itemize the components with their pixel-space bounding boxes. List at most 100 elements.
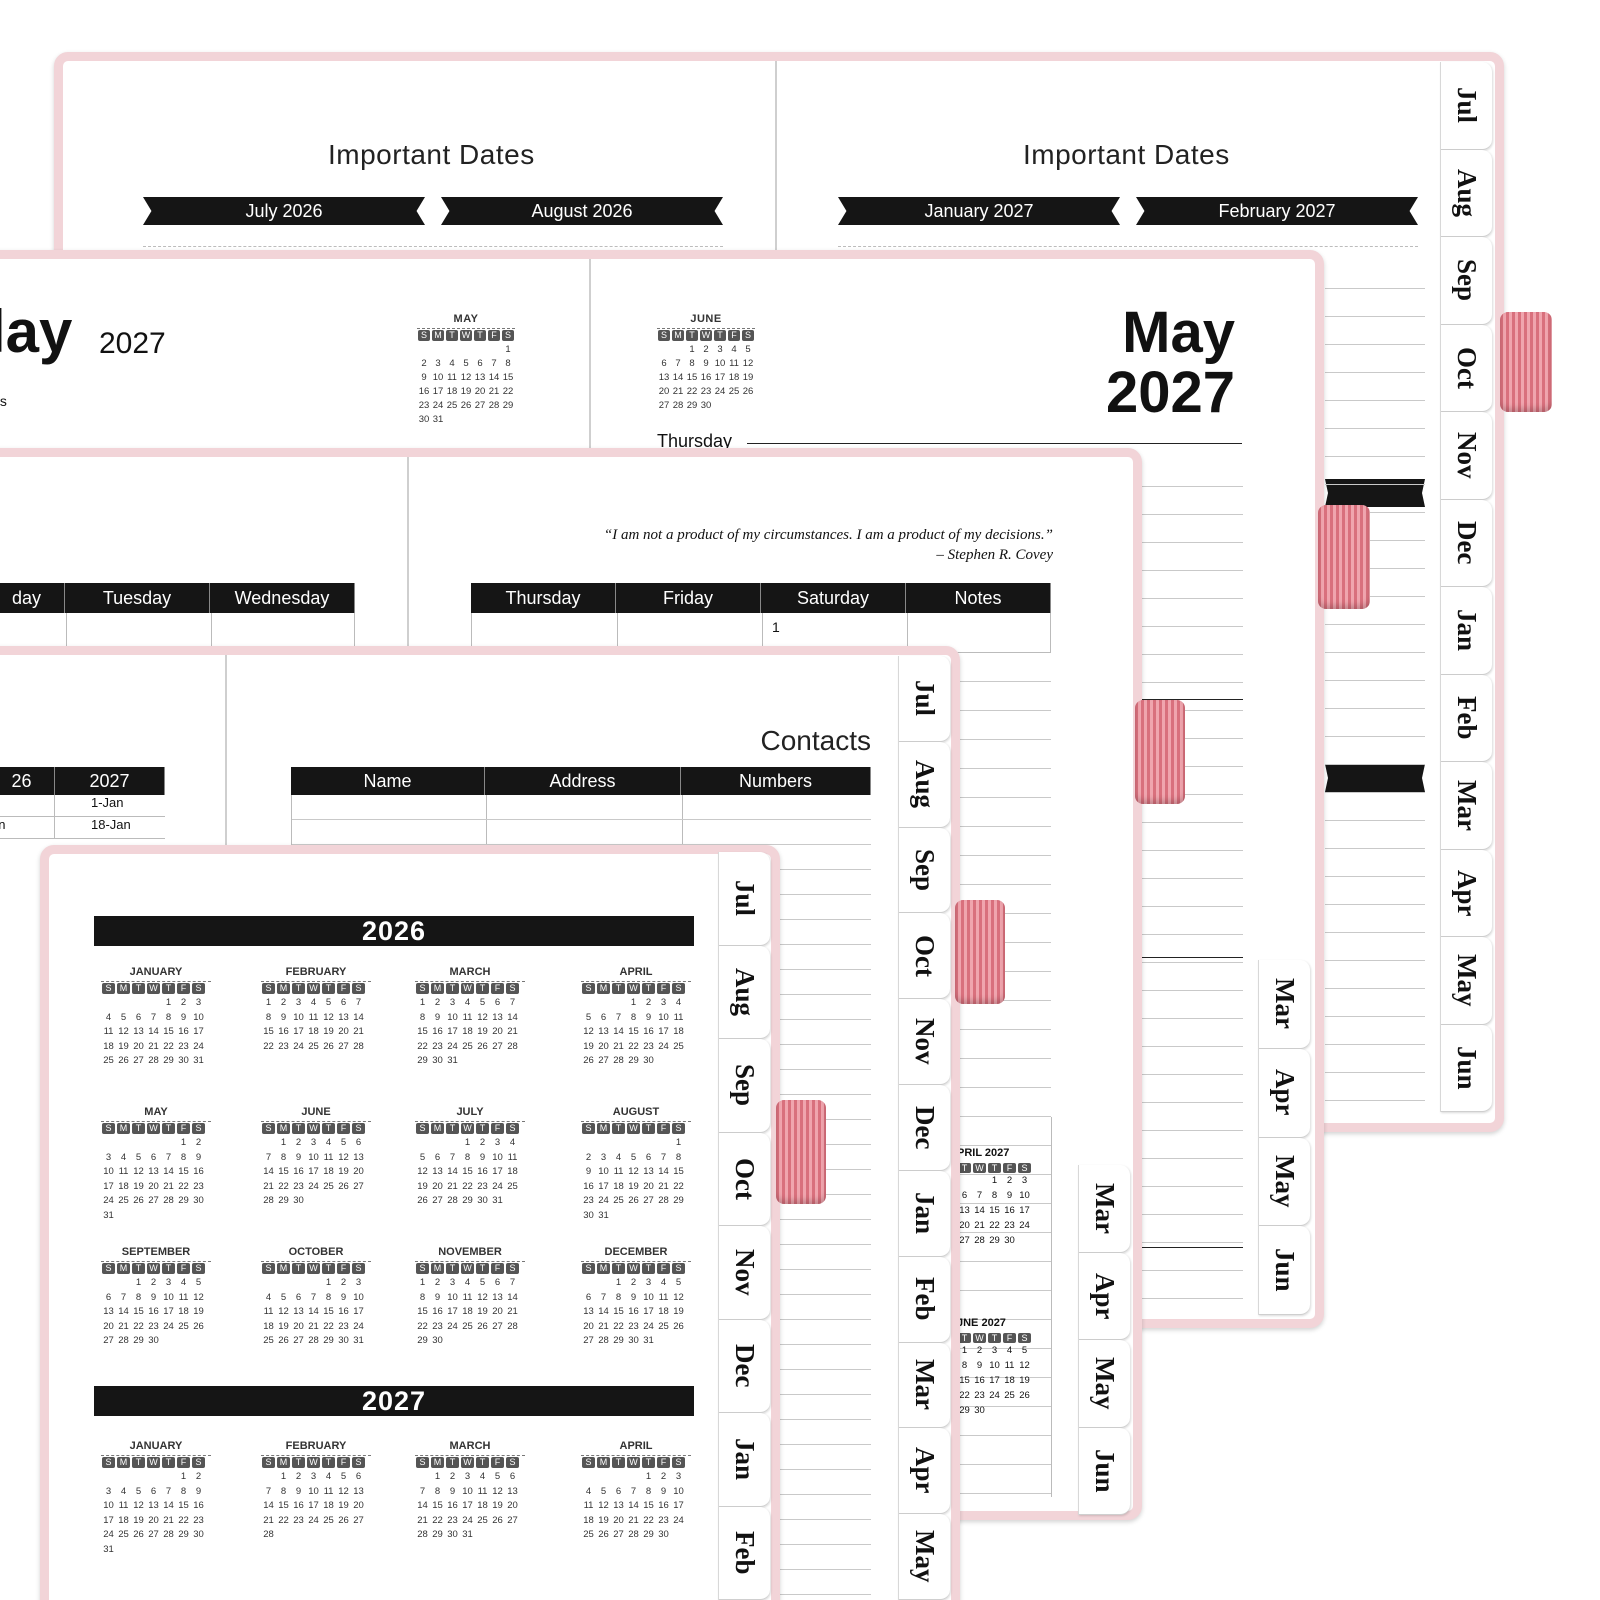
tab-oct[interactable]: Oct [1440, 324, 1492, 412]
day-number [146, 1136, 161, 1151]
tab-oct[interactable]: Oct [718, 1132, 770, 1226]
weekday-label: S [672, 983, 685, 994]
tab-apr[interactable]: Apr [1440, 849, 1492, 937]
weekday-label: S [1018, 1163, 1031, 1173]
tab-jul[interactable]: Jul [1440, 62, 1492, 150]
tab-may[interactable]: May [898, 1514, 950, 1600]
tab-mar[interactable]: Mar [1078, 1165, 1130, 1253]
day-number: 14 [263, 1166, 274, 1177]
day-number: 6 [494, 997, 501, 1008]
day-number: 5 [280, 1291, 287, 1303]
day-number: 6 [661, 358, 667, 369]
day-number [581, 1276, 596, 1291]
tab-feb[interactable]: Feb [898, 1256, 950, 1343]
weekday-label: T [292, 1263, 305, 1274]
tab-apr[interactable]: Apr [898, 1428, 950, 1515]
tab-dec[interactable]: Dec [718, 1319, 770, 1413]
important-dates-title-left: Important Dates [328, 139, 535, 170]
day-underline [747, 443, 1242, 444]
day-number: 17 [658, 1026, 669, 1037]
day-number: 21 [613, 1040, 624, 1052]
day-number: 9 [195, 1151, 202, 1163]
day-number: 22 [163, 1040, 174, 1052]
tab-nov[interactable]: Nov [1440, 412, 1492, 500]
day-number: 29 [417, 1335, 428, 1346]
weekday-label: W [147, 983, 160, 994]
dotted-line [143, 246, 723, 247]
day-number: 2 [295, 1137, 302, 1148]
tab-nov[interactable]: Nov [898, 999, 950, 1086]
tab-dec[interactable]: Dec [898, 1085, 950, 1171]
day-number: 31 [103, 1209, 114, 1221]
tab-jun[interactable]: Jun [1078, 1427, 1130, 1515]
day-number: 2 [195, 1471, 202, 1482]
day-number [430, 1136, 445, 1151]
tab-jun[interactable]: Jun [1440, 1024, 1492, 1112]
day-number: 21 [163, 1180, 174, 1192]
day-number: 17 [293, 1026, 304, 1037]
tab-mar[interactable]: Mar [1258, 960, 1310, 1049]
day-number: 19 [598, 1514, 609, 1526]
tab-feb[interactable]: Feb [1440, 674, 1492, 762]
tab-sep[interactable]: Sep [718, 1039, 770, 1133]
tab-oct[interactable]: Oct [898, 913, 950, 1000]
day-number: 11 [729, 358, 739, 369]
mini-calendar-grid: 1 2 3 4 5 6 7 8 9 10 11 12 13 14 15 16 17 18 19 20 21 22 23 24 2… [657, 343, 755, 413]
tab-aug[interactable]: Aug [898, 741, 950, 828]
tab-aug[interactable]: Aug [718, 945, 770, 1039]
weekday-label: S [416, 983, 429, 994]
week-divider [1139, 957, 1243, 958]
tab-mar[interactable]: Mar [898, 1342, 950, 1429]
day-number: 9 [660, 1485, 667, 1497]
day-number [417, 343, 431, 357]
tab-apr[interactable]: Apr [1078, 1252, 1130, 1340]
tab-may[interactable]: May [1440, 937, 1492, 1025]
tab-apr[interactable]: Apr [1258, 1048, 1310, 1138]
day-number: 20 [583, 1320, 594, 1332]
tab-jul[interactable]: Jul [898, 656, 950, 742]
day-number: 31 [103, 1543, 114, 1555]
day-number: 16 [974, 1375, 985, 1386]
weekday-label: S [102, 983, 115, 994]
day-number: 17 [447, 1026, 458, 1037]
tab-aug[interactable]: Aug [1440, 149, 1492, 237]
day-number: 28 [628, 1529, 639, 1540]
tab-nov[interactable]: Nov [718, 1226, 770, 1320]
day-grid: 1 2 3 4 5 6 7 8 9 10 11 12 13 14 15 16 17 18 19 20 21 22 23 24 2… [415, 1276, 525, 1349]
tab-may[interactable]: May [1078, 1340, 1130, 1428]
month-calendar-march: MARCH S M T W T F S 1 2 3 4 5 6 7 8 9 10 11 12 13 14 15 16 17 18 1… [415, 1440, 525, 1543]
weekday-label: T [132, 1263, 145, 1274]
day-number [116, 996, 131, 1011]
day-number: 27 [613, 1529, 624, 1540]
tab-mar[interactable]: Mar [1440, 762, 1492, 850]
day-number: 7 [660, 1151, 667, 1163]
month-calendar-may: MAY S M T W T F S 1 2 3 4 5 6 7 8 9 10 11 12 13 14 15 16 17 18 19 2… [101, 1106, 211, 1223]
holidays-row: n 1-Jan [0, 795, 165, 817]
day-number: 2 [421, 358, 427, 369]
tab-jan[interactable]: Jan [1440, 587, 1492, 675]
tab-jan[interactable]: Jan [718, 1413, 770, 1507]
day-number: 10 [308, 1485, 319, 1497]
day-number: 8 [325, 1291, 332, 1303]
day-number: 12 [417, 1166, 428, 1177]
day-number: 29 [323, 1335, 334, 1346]
day-number: 4 [1006, 1345, 1013, 1356]
day-number: 4 [585, 1485, 592, 1497]
day-number [626, 1470, 641, 1485]
tab-feb[interactable]: Feb [718, 1506, 770, 1600]
tab-jun[interactable]: Jun [1258, 1226, 1310, 1315]
tab-dec[interactable]: Dec [1440, 499, 1492, 587]
day-number: 17 [492, 1166, 503, 1177]
tab-jan[interactable]: Jan [898, 1170, 950, 1257]
weekday-label: F [491, 1457, 504, 1468]
day-number: 16 [447, 1500, 458, 1511]
weekday-label: S [742, 330, 754, 341]
tab-sep[interactable]: Sep [1440, 237, 1492, 325]
tab-may[interactable]: May [1258, 1137, 1310, 1227]
tab-sep[interactable]: Sep [898, 827, 950, 914]
day-number: 1 [180, 1471, 187, 1482]
day-number: 23 [628, 1320, 639, 1332]
month-calendar-october: OCTOBER S M T W T F S 1 2 3 4 5 6 7 8 9 10 11 12 13 14 15 16 17 1… [261, 1246, 371, 1349]
day-number: 14 [263, 1500, 274, 1511]
tab-jul[interactable]: Jul [718, 852, 770, 946]
